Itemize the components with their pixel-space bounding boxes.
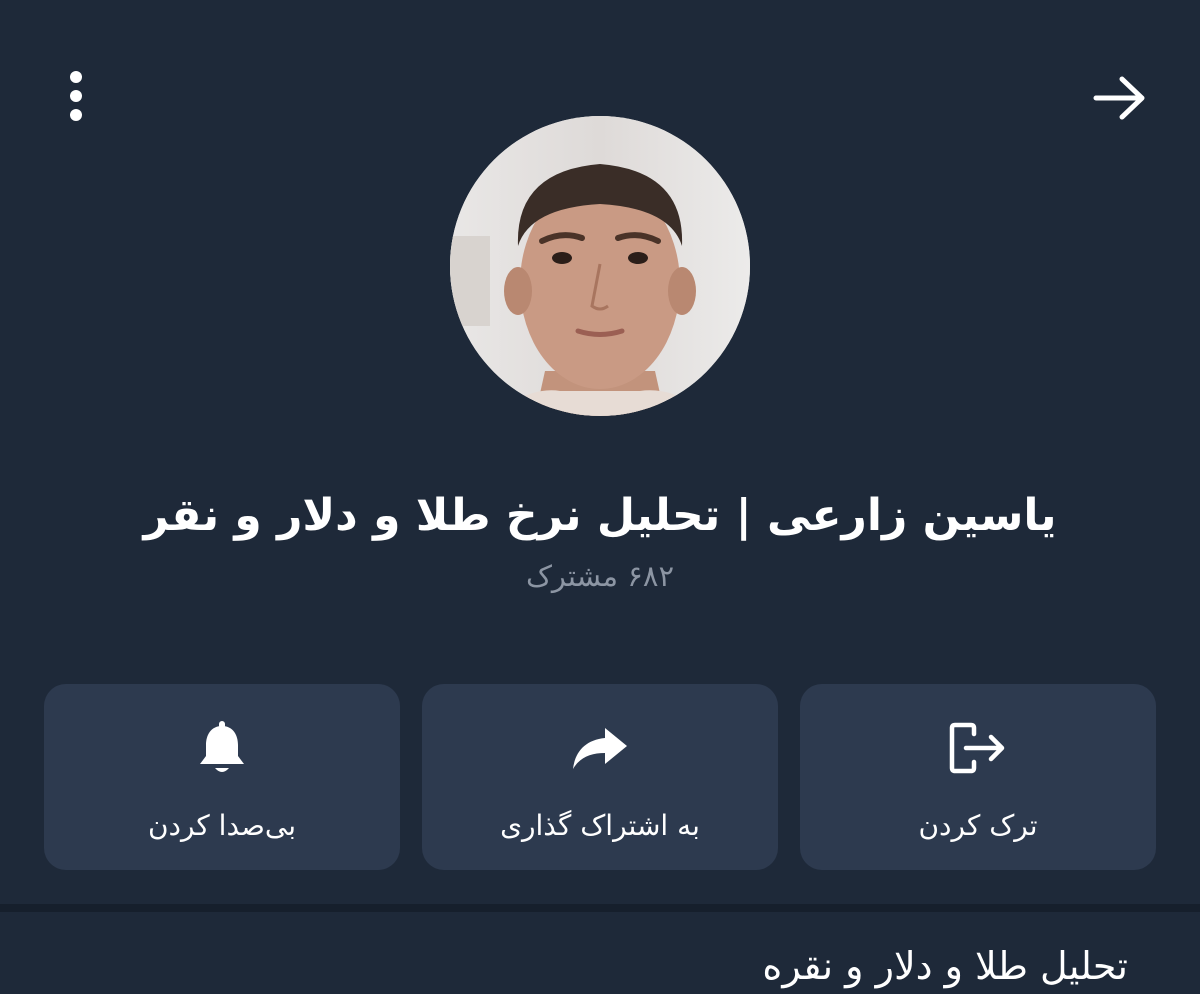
share-icon — [573, 728, 627, 769]
avatar-photo — [450, 116, 750, 416]
arrow-right-icon — [1093, 76, 1145, 120]
channel-avatar[interactable] — [450, 116, 750, 416]
action-buttons: بی‌صدا کردن به اشتراک گذاری ترک کردن — [44, 684, 1156, 870]
menu-dot — [70, 90, 82, 102]
menu-dot — [70, 109, 82, 121]
bell-icon — [200, 721, 244, 772]
back-button[interactable] — [1088, 66, 1152, 130]
mute-button[interactable]: بی‌صدا کردن — [44, 684, 400, 870]
leave-icon — [949, 722, 1005, 774]
share-label: به اشتراک گذاری — [500, 809, 700, 842]
subscriber-count: ۶۸۲ مشترک — [525, 559, 675, 593]
menu-dot — [70, 71, 82, 83]
share-button[interactable]: به اشتراک گذاری — [422, 684, 778, 870]
section-divider — [0, 904, 1200, 912]
mute-label: بی‌صدا کردن — [147, 809, 297, 842]
channel-description: تحلیل طلا و دلار و نقره — [762, 944, 1128, 988]
leave-label: ترک کردن — [918, 809, 1038, 842]
leave-button[interactable]: ترک کردن — [800, 684, 1156, 870]
more-options-button[interactable] — [50, 62, 102, 130]
channel-title: یاسین زارعی | تحلیل نرخ طلا و دلار و نقر — [143, 490, 1057, 541]
